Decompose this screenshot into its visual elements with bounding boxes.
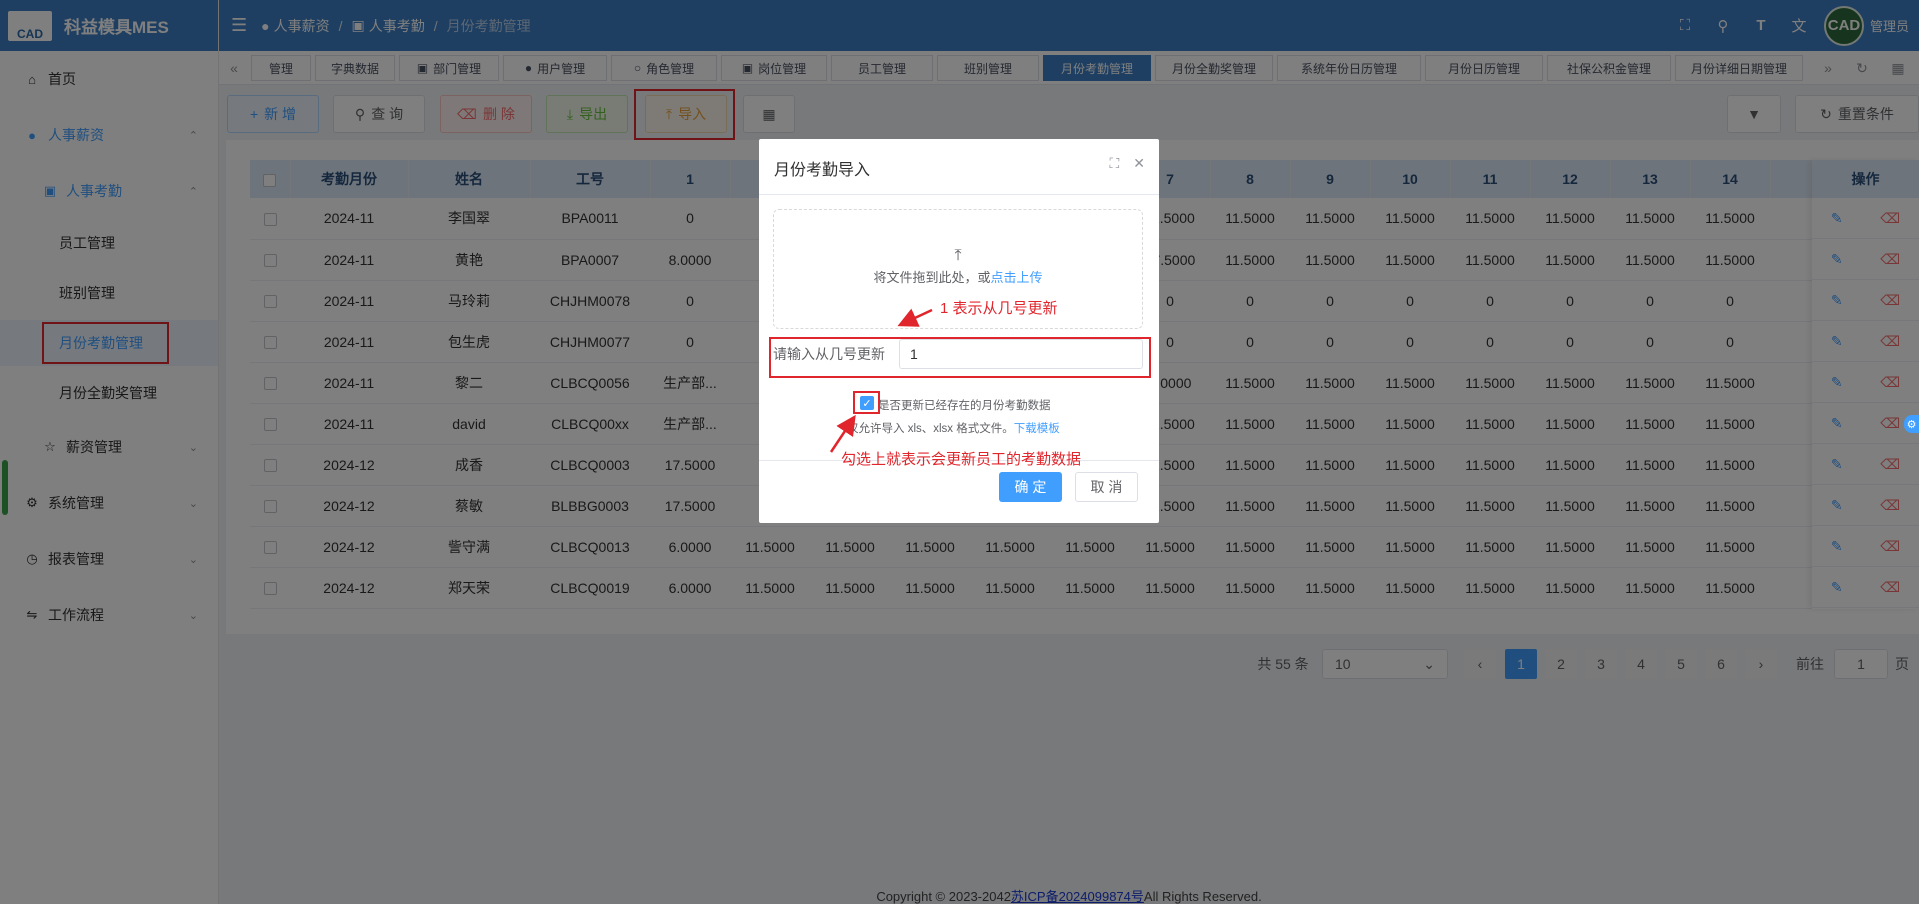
cancel-button[interactable]: 取 消 [1075,472,1138,502]
dialog-header-actions: ⛶ ✕ [1109,155,1145,172]
confirm-button[interactable]: 确 定 [999,472,1062,502]
annotation-day-note: 1 表示从几号更新 [940,300,1058,317]
file-hint-text: 仅允许导入 xls、xlsx 格式文件。 [847,423,1014,435]
dropzone-text: 将文件拖到此处，或 [873,270,991,285]
download-template-link[interactable]: 下载模板 [1014,423,1060,435]
annotation-box-checkbox [853,391,880,414]
maximize-icon[interactable]: ⛶ [1109,155,1119,172]
file-format-hint: 仅允许导入 xls、xlsx 格式文件。下载模板 [847,420,1060,436]
dialog-title: 月份考勤导入 [774,162,871,179]
click-upload-link[interactable]: 点击上传 [991,270,1043,285]
annotation-box-from-day [769,337,1151,378]
upload-icon: ⤒ [954,247,962,264]
dialog-header-divider [759,194,1159,195]
annotation-check-note: 勾选上就表示会更新员工的考勤数据 [841,451,1082,468]
close-icon[interactable]: ✕ [1133,155,1145,172]
update-existing-label[interactable]: 是否更新已经存在的月份考勤数据 [878,397,1051,413]
settings-float-icon[interactable]: ⚙ [1904,415,1919,433]
